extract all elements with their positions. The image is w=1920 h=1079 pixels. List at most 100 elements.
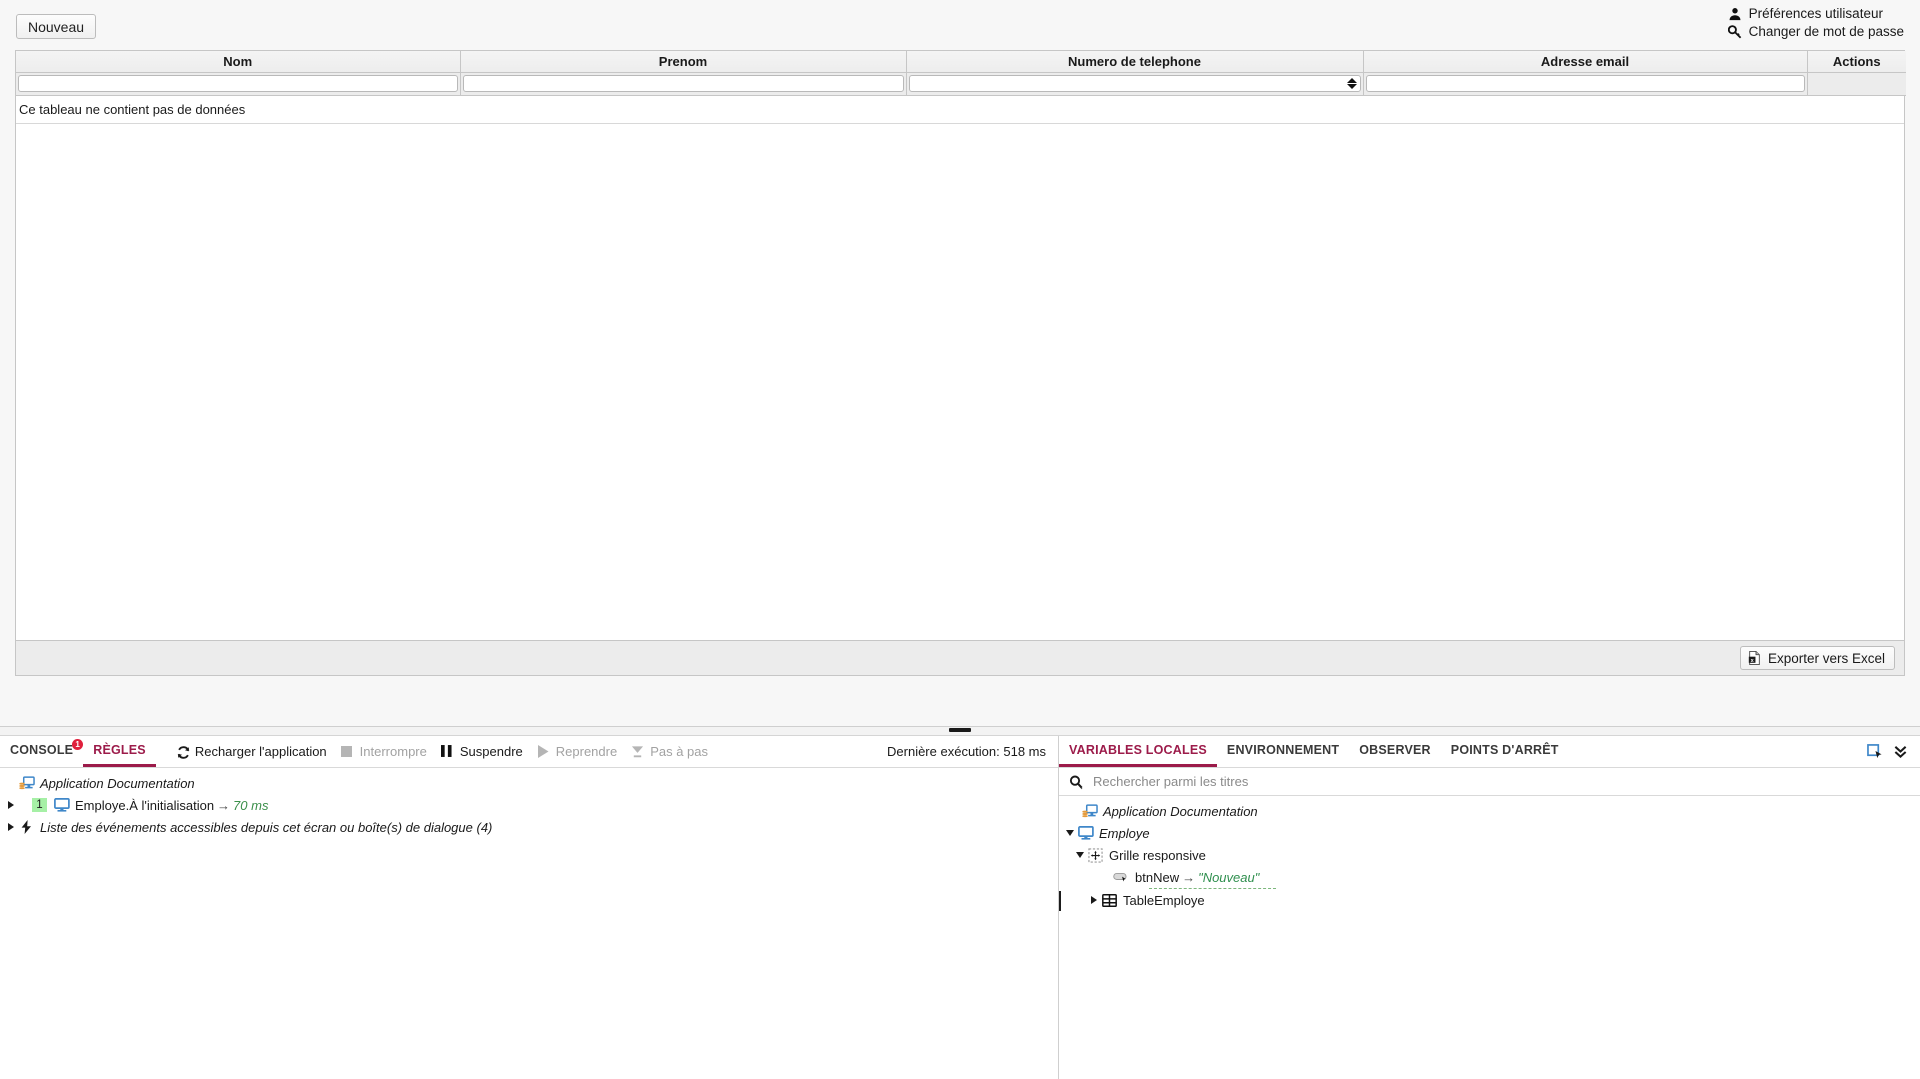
tree-row-label: TableEmploye: [1123, 892, 1205, 908]
tree-collapse-caret[interactable]: [1063, 830, 1077, 836]
button-control-icon: [1113, 871, 1130, 884]
tree-row[interactable]: Employe: [1059, 822, 1920, 844]
application-window: Nouveau Préférences utilisateur Changer …: [0, 0, 1920, 1079]
suspend-button[interactable]: Suspendre: [434, 736, 530, 767]
spinner-up-icon[interactable]: [1347, 78, 1357, 83]
select-element-icon[interactable]: [1867, 744, 1883, 759]
search-icon[interactable]: [1069, 775, 1083, 789]
tree-row[interactable]: Application Documentation: [0, 772, 1058, 794]
employee-table: Nom Prenom Numero de telephone Adresse e…: [15, 50, 1906, 676]
user-preferences-label: Préférences utilisateur: [1748, 6, 1883, 21]
debugger-panel: CONSOLE 1 RÈGLES Recharger l'application…: [0, 736, 1920, 1079]
column-header-prenom[interactable]: Prenom: [460, 51, 907, 73]
tab-observer-label: OBSERVER: [1359, 743, 1431, 757]
app-doc-icon: [18, 775, 35, 791]
user-preferences-link[interactable]: Préférences utilisateur: [1728, 5, 1904, 23]
spinner-down-icon[interactable]: [1347, 84, 1357, 89]
tab-variables-locales-label: VARIABLES LOCALES: [1069, 743, 1207, 757]
table-footer: x Exporter vers Excel: [16, 640, 1904, 675]
tab-regles[interactable]: RÈGLES: [83, 736, 156, 767]
tree-row-arrow: →: [1182, 869, 1196, 885]
app-top-bar: Nouveau Préférences utilisateur Changer …: [0, 0, 1920, 46]
tab-variables-locales[interactable]: VARIABLES LOCALES: [1059, 736, 1217, 767]
user-links-group: Préférences utilisateur Changer de mot d…: [1727, 5, 1904, 41]
tree-row-value: "Nouveau": [1198, 869, 1260, 885]
tab-observer[interactable]: OBSERVER: [1349, 736, 1441, 767]
tree-expand-caret[interactable]: [4, 801, 18, 809]
tree-collapse-caret[interactable]: [1073, 852, 1087, 858]
debugger-left-pane: CONSOLE 1 RÈGLES Recharger l'application…: [0, 736, 1059, 1079]
tree-row[interactable]: Liste des événements accessibles depuis …: [0, 816, 1058, 838]
panel-splitter[interactable]: [0, 727, 1920, 736]
tab-points-arret-label: POINTS D'ARRÊT: [1450, 743, 1559, 757]
collapse-all-icon[interactable]: [1893, 744, 1908, 759]
tree-row-label: Employe.À l'initialisation: [75, 797, 215, 813]
panel-icon-group: [1859, 736, 1920, 767]
column-header-actions[interactable]: Actions: [1807, 51, 1906, 73]
tree-row[interactable]: Grille responsive: [1059, 844, 1920, 866]
nouveau-button[interactable]: Nouveau: [16, 14, 97, 39]
tree-row[interactable]: TableEmploye: [1059, 889, 1920, 911]
column-header-telephone[interactable]: Numero de telephone: [906, 51, 1364, 73]
filter-input-telephone[interactable]: [908, 75, 1361, 92]
tree-row-label: Employe: [1099, 825, 1150, 841]
filter-input-email[interactable]: [1365, 74, 1805, 92]
variables-search-bar: [1059, 768, 1920, 796]
export-excel-button[interactable]: x Exporter vers Excel: [1739, 646, 1895, 670]
resume-button[interactable]: Reprendre: [530, 736, 624, 767]
tab-points-arret[interactable]: POINTS D'ARRÊT: [1441, 736, 1569, 767]
app-screen-area: Nouveau Préférences utilisateur Changer …: [0, 0, 1920, 727]
play-icon: [537, 744, 551, 759]
resume-label: Reprendre: [555, 744, 618, 759]
table-empty-message: Ce tableau ne contient pas de données: [16, 95, 1904, 124]
debugger-toolbar: CONSOLE 1 RÈGLES Recharger l'application…: [0, 736, 1058, 768]
filter-cell-email: [1363, 72, 1808, 96]
selection-marker: [1059, 891, 1061, 911]
filter-cell-nom: [16, 72, 461, 96]
user-icon: [1728, 7, 1742, 21]
column-header-nom[interactable]: Nom: [16, 51, 461, 73]
telephone-spinner[interactable]: [1346, 75, 1359, 92]
tabs-spacer: [1569, 736, 1859, 767]
execution-count-badge: 1: [32, 798, 47, 812]
tab-regles-label: RÈGLES: [93, 743, 146, 757]
interrupt-label: Interrompre: [359, 744, 427, 759]
tab-environnement-label: ENVIRONNEMENT: [1226, 743, 1340, 757]
employee-table-grid: Nom Prenom Numero de telephone Adresse e…: [16, 51, 1906, 96]
tree-row[interactable]: Application Documentation: [1059, 800, 1920, 822]
tab-console[interactable]: CONSOLE 1: [0, 736, 84, 767]
tree-row-label: Grille responsive: [1109, 847, 1206, 863]
tab-environnement[interactable]: ENVIRONNEMENT: [1217, 736, 1349, 767]
reload-application-button[interactable]: Recharger l'application: [169, 736, 334, 767]
variables-tabs-bar: VARIABLES LOCALES ENVIRONNEMENT OBSERVER…: [1059, 736, 1920, 768]
excel-file-icon: x: [1748, 651, 1762, 665]
table-header-row: Nom Prenom Numero de telephone Adresse e…: [16, 51, 1906, 73]
step-by-step-label: Pas à pas: [650, 744, 709, 759]
pause-icon: [440, 744, 455, 759]
column-header-email[interactable]: Adresse email: [1363, 51, 1808, 73]
toolbar-separator: [156, 736, 169, 767]
filter-input-prenom[interactable]: [462, 74, 904, 92]
change-password-link[interactable]: Changer de mot de passe: [1727, 23, 1904, 41]
export-excel-label: Exporter vers Excel: [1767, 650, 1885, 666]
tree-row[interactable]: 1 Employe.À l'initialisation → 70 ms: [0, 794, 1058, 816]
tree-row[interactable]: btnNew → "Nouveau": [1059, 866, 1920, 888]
reload-icon: [176, 745, 190, 759]
tree-row-duration: 70 ms: [233, 797, 269, 813]
splitter-handle[interactable]: [949, 728, 971, 732]
reload-application-label: Recharger l'application: [194, 744, 327, 759]
variables-search-input[interactable]: [1091, 773, 1910, 790]
step-by-step-button[interactable]: Pas à pas: [624, 736, 715, 767]
filter-input-nom[interactable]: [18, 74, 458, 92]
tree-expand-caret[interactable]: [1087, 896, 1101, 904]
tree-expand-caret[interactable]: [4, 823, 18, 831]
screen-icon: [53, 798, 70, 812]
tree-row-label: Application Documentation: [1103, 803, 1258, 819]
responsive-grid-icon: [1087, 847, 1104, 863]
interrupt-button[interactable]: Interrompre: [334, 736, 434, 767]
debugger-right-pane: VARIABLES LOCALES ENVIRONNEMENT OBSERVER…: [1059, 736, 1920, 1079]
filter-cell-actions: [1807, 72, 1906, 96]
filter-cell-prenom: [460, 72, 907, 96]
stop-icon: [340, 745, 355, 759]
tree-row-label: Application Documentation: [40, 775, 195, 791]
